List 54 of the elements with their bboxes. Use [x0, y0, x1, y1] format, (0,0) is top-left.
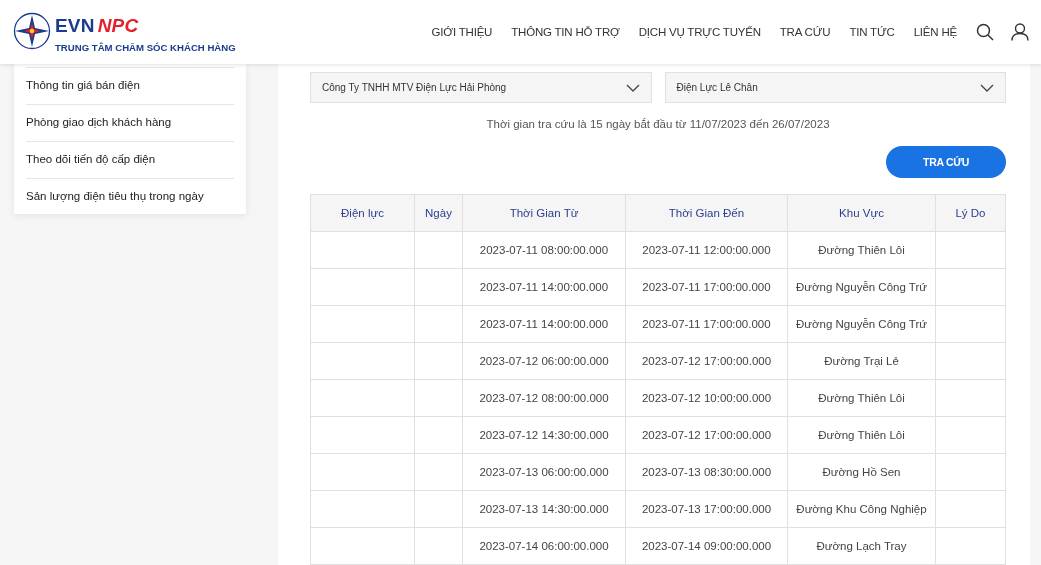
branch-select[interactable]: Điện Lực Lê Chân	[664, 72, 1006, 103]
table-cell: 2023-07-11 12:00:00.000	[625, 231, 788, 269]
table-cell: 2023-07-13 14:30:00.000	[462, 490, 626, 528]
column-header: Thời Gian Đến	[625, 194, 788, 232]
table-cell: 2023-07-14 06:00:00.000	[462, 527, 626, 565]
table-cell: 2023-07-11 14:00:00.000	[462, 305, 626, 343]
table-cell: Đường Nguyễn Công Trứ	[787, 305, 936, 343]
table-cell: 2023-07-12 17:00:00.000	[625, 342, 788, 380]
sidebar-item[interactable]: Theo dõi tiến độ cấp điện	[26, 142, 234, 179]
table-cell: 2023-07-13 17:00:00.000	[625, 490, 788, 528]
table-cell: 2023-07-12 17:00:00.000	[625, 416, 788, 454]
column-header: Điện lực	[310, 194, 415, 232]
column-header: Ngày	[414, 194, 463, 232]
brand-tagline: TRUNG TÂM CHĂM SÓC KHÁCH HÀNG	[55, 41, 236, 53]
table-cell: Đường Hồ Sen	[787, 453, 936, 491]
table-cell: 2023-07-12 06:00:00.000	[462, 342, 626, 380]
table-cell: 2023-07-13 08:30:00.000	[625, 453, 788, 491]
table-cell: 2023-07-12 10:00:00.000	[625, 379, 788, 417]
sidebar-item[interactable]: Sản lượng điện tiêu thụ trong ngày	[26, 179, 234, 214]
user-icon[interactable]	[1011, 23, 1029, 41]
search-icon[interactable]	[976, 23, 994, 41]
nav-link[interactable]: THÔNG TIN HỖ TRỢ	[511, 26, 620, 38]
table-cell: Đường Thiên Lôi	[787, 416, 936, 454]
table-cell: 2023-07-11 17:00:00.000	[625, 305, 788, 343]
nav-link[interactable]: TIN TỨC	[849, 26, 895, 38]
star-logo-icon	[13, 11, 51, 50]
table-cell: Đường Thiên Lôi	[787, 379, 936, 417]
company-select[interactable]: Công Ty TNHH MTV Điện Lực Hải Phòng	[310, 72, 652, 103]
nav-link[interactable]: LIÊN HỆ	[913, 26, 957, 38]
table-cell: Đường Trại Lẻ	[787, 342, 936, 380]
sidebar-item[interactable]: Thông tin giá bán điện	[26, 68, 234, 105]
table-cell: 2023-07-11 17:00:00.000	[625, 268, 788, 306]
table-cell: Đường Thiên Lôi	[787, 231, 936, 269]
column-header: Lý Do	[935, 194, 1006, 232]
nav-link[interactable]: GIỚI THIỆU	[431, 26, 493, 38]
nav-link[interactable]: TRA CỨU	[779, 26, 831, 38]
date-range-note: Thời gian tra cứu là 15 ngày bắt đầu từ 11/07/2023 đến 26/07/2023	[486, 118, 830, 130]
table-cell: 2023-07-11 08:00:00.000	[462, 231, 626, 269]
table-cell: 2023-07-14 09:00:00.000	[625, 527, 788, 565]
chevron-down-icon	[980, 83, 994, 92]
nav-link[interactable]: DỊCH VỤ TRỰC TUYẾN	[638, 26, 761, 38]
table-cell: Đường Nguyễn Công Trứ	[787, 268, 936, 306]
search-button[interactable]: TRA CỨU	[886, 146, 1006, 178]
table-cell: 2023-07-11 14:00:00.000	[462, 268, 626, 306]
sidebar-item[interactable]: Phòng giao dịch khách hàng	[26, 105, 234, 142]
table-cell: Đường Lạch Tray	[787, 527, 936, 565]
chevron-down-icon	[625, 83, 640, 92]
table-cell: 2023-07-13 06:00:00.000	[462, 453, 626, 491]
table-cell: 2023-07-12 14:30:00.000	[462, 416, 626, 454]
table-cell: 2023-07-12 08:00:00.000	[462, 379, 626, 417]
table-cell: Đường Khu Công Nghiệp	[787, 490, 936, 528]
column-header: Khu Vực	[787, 194, 936, 232]
column-header: Thời Gian Từ	[462, 194, 626, 232]
brand-name: EVN NPC	[55, 14, 140, 37]
